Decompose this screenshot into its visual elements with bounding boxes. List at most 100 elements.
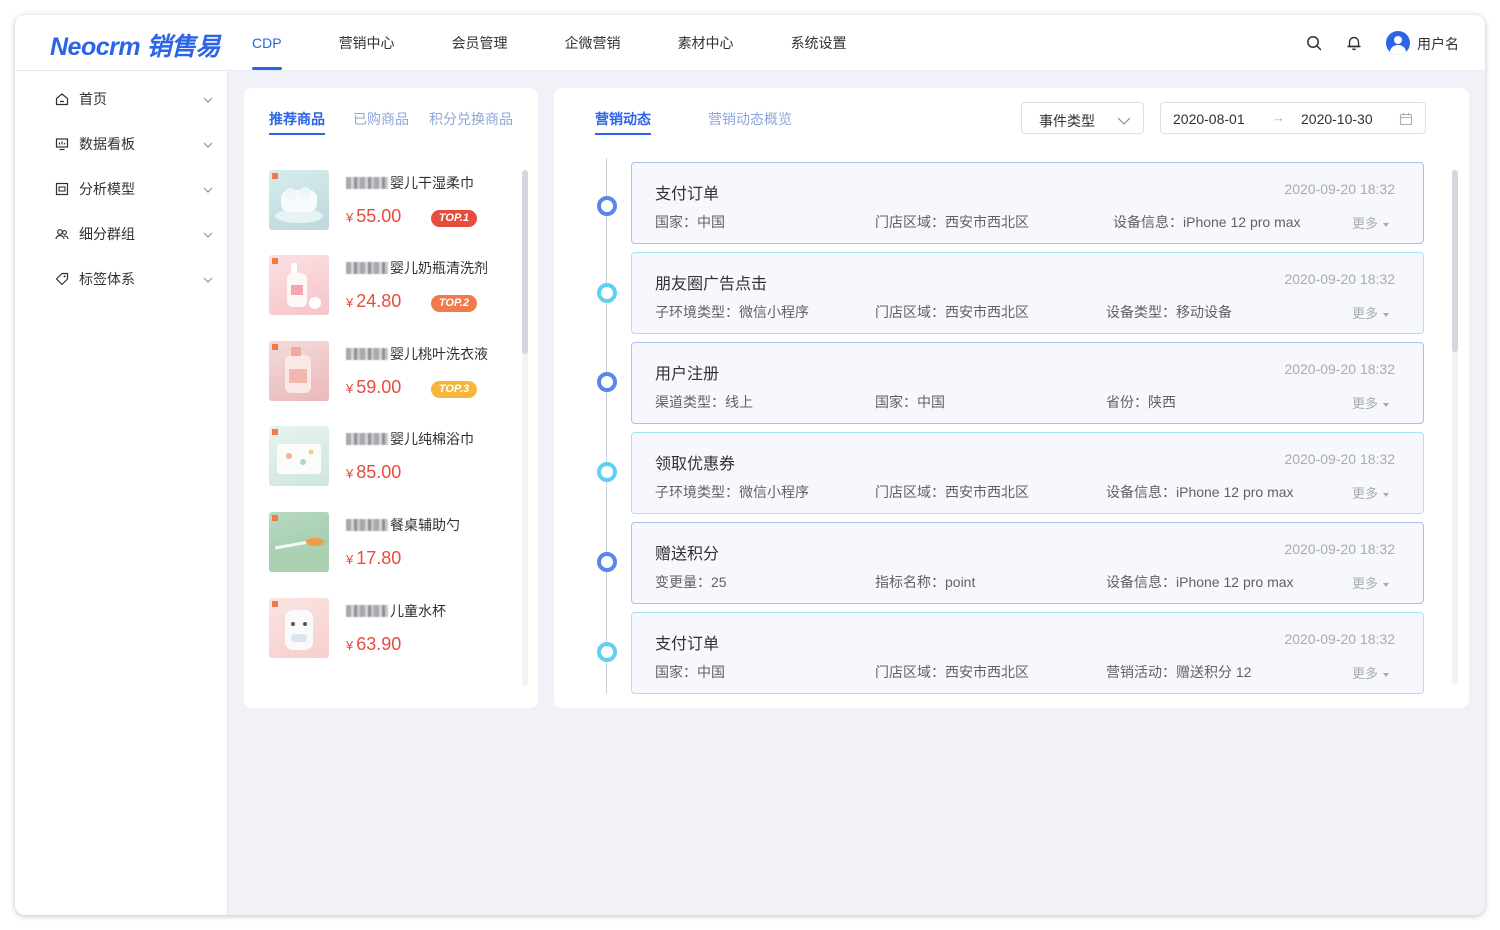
product-name: 婴儿奶瓶清洗剂 bbox=[390, 260, 488, 276]
events-tabs: 营销动态 营销动态概览 bbox=[595, 109, 792, 135]
nav-item-cdp[interactable]: CDP bbox=[252, 15, 282, 71]
product-item[interactable]: 婴儿干湿柔巾 ¥55.00 TOP.1 bbox=[269, 170, 499, 232]
tab-marketing-events[interactable]: 营销动态 bbox=[595, 109, 651, 135]
group-icon bbox=[55, 227, 69, 241]
product-name: 餐桌辅助勺 bbox=[390, 517, 460, 533]
event-time: 2020-09-20 18:32 bbox=[1284, 361, 1395, 377]
nav-item-system-settings[interactable]: 系统设置 bbox=[791, 15, 847, 71]
home-icon bbox=[55, 92, 69, 106]
bell-icon[interactable] bbox=[1344, 33, 1364, 53]
caret-down-icon bbox=[1383, 312, 1390, 317]
chevron-down-icon bbox=[1117, 113, 1131, 125]
products-scrollbar-thumb[interactable] bbox=[522, 170, 528, 354]
monitor-icon bbox=[55, 137, 69, 151]
tab-points-exchange[interactable]: 积分兑换商品 bbox=[429, 109, 513, 135]
event-title: 朋友圈广告点击 bbox=[655, 276, 768, 293]
caret-down-icon bbox=[1383, 402, 1390, 407]
event-field: 国家：中国 bbox=[655, 664, 725, 680]
chevron-down-icon bbox=[202, 183, 214, 195]
product-item[interactable]: 婴儿纯棉浴巾 ¥85.00 bbox=[269, 426, 499, 488]
event-card[interactable]: 领取优惠券 2020-09-20 18:32 子环境类型：微信小程序 门店区域：… bbox=[631, 432, 1424, 514]
event-card[interactable]: 用户注册 2020-09-20 18:32 渠道类型：线上 国家：中国 省份：陕… bbox=[631, 342, 1424, 424]
event-time: 2020-09-20 18:32 bbox=[1284, 271, 1395, 287]
blurred-brand bbox=[346, 519, 388, 531]
products-panel: 推荐商品 已购商品 积分兑换商品 婴儿干湿柔巾 ¥55.00 TOP.1 婴儿奶… bbox=[244, 88, 538, 708]
tab-recommended[interactable]: 推荐商品 bbox=[269, 109, 325, 135]
end-date[interactable]: 2020-10-30 bbox=[1301, 111, 1373, 127]
username-label[interactable]: 用户名 bbox=[1417, 34, 1459, 54]
chevron-down-icon bbox=[202, 273, 214, 285]
event-card[interactable]: 赠送积分 2020-09-20 18:32 变更量：25 指标名称：point … bbox=[631, 522, 1424, 604]
caret-down-icon bbox=[1383, 492, 1390, 497]
product-thumbnail bbox=[269, 512, 329, 572]
event-title: 支付订单 bbox=[655, 186, 720, 203]
event-field: 设备类型：移动设备 bbox=[1106, 304, 1232, 320]
product-item[interactable]: 婴儿奶瓶清洗剂 ¥24.80 TOP.2 bbox=[269, 255, 499, 317]
event-field: 门店区域：西安市西北区 bbox=[875, 484, 1029, 500]
sidebar-item-label: 细分群组 bbox=[79, 225, 135, 242]
start-date[interactable]: 2020-08-01 bbox=[1173, 111, 1245, 127]
event-card[interactable]: 支付订单 2020-09-20 18:32 国家：中国 门店区域：西安市西北区 … bbox=[631, 612, 1424, 694]
event-card[interactable]: 朋友圈广告点击 2020-09-20 18:32 子环境类型：微信小程序 门店区… bbox=[631, 252, 1424, 334]
nav-item-member-management[interactable]: 会员管理 bbox=[452, 15, 508, 71]
product-item[interactable]: 餐桌辅助勺 ¥17.80 bbox=[269, 512, 499, 574]
nav-item-material-center[interactable]: 素材中心 bbox=[678, 15, 734, 71]
product-name: 婴儿纯棉浴巾 bbox=[390, 431, 474, 447]
event-field: 设备信息：iPhone 12 pro max bbox=[1106, 484, 1294, 500]
blurred-brand bbox=[346, 262, 388, 274]
top-header: Neocrm 销售易 CDP 营销中心 会员管理 企微营销 素材中心 系统设置 … bbox=[15, 15, 1485, 71]
app-window: Neocrm 销售易 CDP 营销中心 会员管理 企微营销 素材中心 系统设置 … bbox=[15, 15, 1485, 915]
chevron-down-icon bbox=[202, 228, 214, 240]
event-field: 子环境类型：微信小程序 bbox=[655, 484, 809, 500]
event-time: 2020-09-20 18:32 bbox=[1284, 451, 1395, 467]
product-price: ¥17.80 bbox=[346, 548, 402, 568]
events-scrollbar[interactable] bbox=[1452, 170, 1458, 684]
search-icon[interactable] bbox=[1304, 33, 1324, 53]
sidebar-item-tag-system[interactable]: 标签体系 bbox=[15, 256, 228, 301]
events-panel: 营销动态 营销动态概览 事件类型 2020-08-01 → 2020-10-30… bbox=[554, 88, 1469, 708]
sidebar-item-analysis-model[interactable]: 分析模型 bbox=[15, 166, 228, 211]
products-scrollbar[interactable] bbox=[522, 170, 528, 686]
more-button[interactable]: 更多 bbox=[1352, 393, 1390, 412]
timeline-dot bbox=[597, 196, 617, 216]
date-range-picker[interactable]: 2020-08-01 → 2020-10-30 bbox=[1160, 102, 1426, 134]
event-type-placeholder: 事件类型 bbox=[1039, 113, 1095, 129]
event-field: 渠道类型：线上 bbox=[655, 394, 753, 410]
more-button[interactable]: 更多 bbox=[1352, 303, 1390, 322]
event-title: 支付订单 bbox=[655, 636, 720, 653]
more-button[interactable]: 更多 bbox=[1352, 573, 1390, 592]
top-nav: CDP 营销中心 会员管理 企微营销 素材中心 系统设置 bbox=[252, 15, 904, 71]
more-button[interactable]: 更多 bbox=[1352, 663, 1390, 682]
event-field: 门店区域：西安市西北区 bbox=[875, 214, 1029, 230]
events-scrollbar-thumb[interactable] bbox=[1452, 170, 1458, 352]
product-item[interactable]: 婴儿桃叶洗衣液 ¥59.00 TOP.3 bbox=[269, 341, 499, 403]
more-button[interactable]: 更多 bbox=[1352, 213, 1390, 232]
rank-badge: TOP.2 bbox=[431, 295, 477, 312]
blurred-brand bbox=[346, 605, 388, 617]
tab-marketing-overview[interactable]: 营销动态概览 bbox=[708, 109, 792, 135]
event-title: 领取优惠券 bbox=[655, 456, 736, 473]
product-item[interactable]: 儿童水杯 ¥63.90 bbox=[269, 598, 499, 660]
event-field: 营销活动：赠送积分 12 bbox=[1106, 664, 1252, 680]
nav-item-marketing-center[interactable]: 营销中心 bbox=[339, 15, 395, 71]
chart-icon bbox=[55, 182, 69, 196]
caret-down-icon bbox=[1383, 672, 1390, 677]
brand-logo[interactable]: Neocrm 销售易 bbox=[50, 27, 221, 63]
tab-purchased[interactable]: 已购商品 bbox=[353, 109, 409, 135]
timeline-dot bbox=[597, 642, 617, 662]
event-type-select[interactable]: 事件类型 bbox=[1021, 102, 1144, 134]
nav-item-wecom-marketing[interactable]: 企微营销 bbox=[565, 15, 621, 71]
event-card[interactable]: 支付订单 2020-09-20 18:32 国家：中国 门店区域：西安市西北区 … bbox=[631, 162, 1424, 244]
sidebar-item-home[interactable]: 首页 bbox=[15, 76, 228, 121]
more-button[interactable]: 更多 bbox=[1352, 483, 1390, 502]
rank-badge: TOP.3 bbox=[431, 381, 477, 398]
event-field: 变更量：25 bbox=[655, 574, 727, 590]
product-name: 婴儿桃叶洗衣液 bbox=[390, 346, 488, 362]
event-title: 赠送积分 bbox=[655, 546, 720, 563]
event-title: 用户注册 bbox=[655, 366, 720, 383]
products-tabs: 推荐商品 已购商品 积分兑换商品 bbox=[269, 109, 513, 135]
sidebar-item-segments[interactable]: 细分群组 bbox=[15, 211, 228, 256]
caret-down-icon bbox=[1383, 582, 1390, 587]
user-avatar-icon[interactable] bbox=[1386, 31, 1410, 55]
sidebar-item-dashboard[interactable]: 数据看板 bbox=[15, 121, 228, 166]
